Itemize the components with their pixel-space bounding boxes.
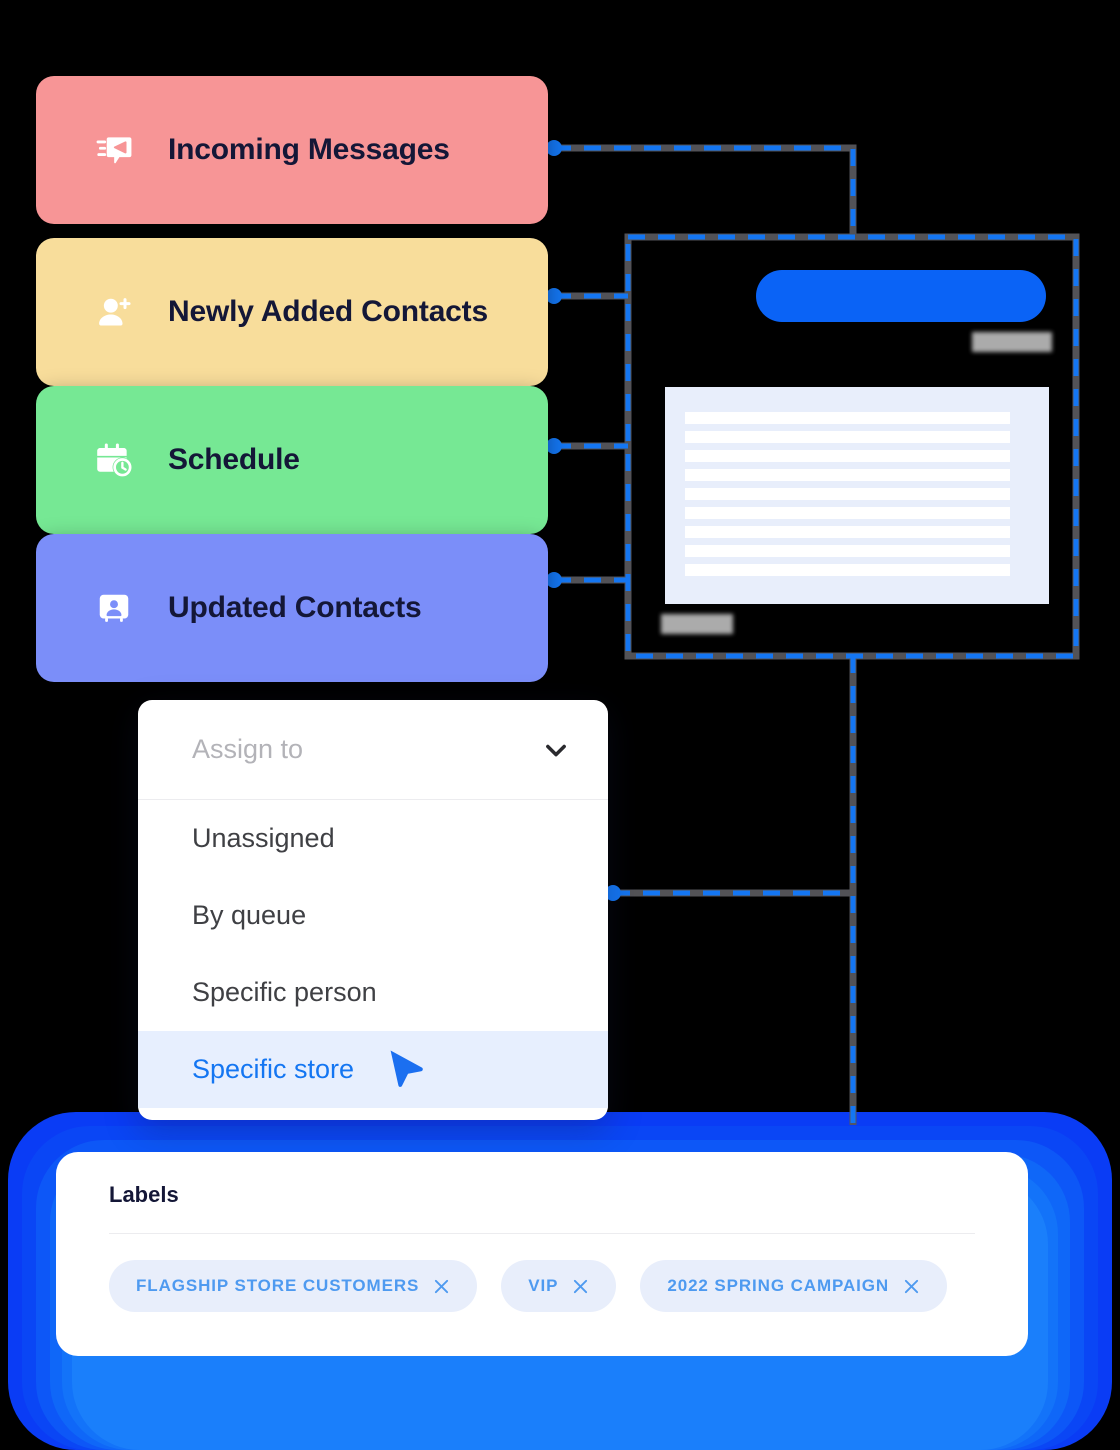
dropdown-option-specific-person[interactable]: Specific person bbox=[138, 954, 608, 1031]
trigger-card-label: Incoming Messages bbox=[168, 133, 450, 166]
preview-blurred-text-bottom bbox=[661, 614, 733, 634]
dropdown-option-by-queue[interactable]: By queue bbox=[138, 877, 608, 954]
close-icon[interactable] bbox=[433, 1278, 450, 1295]
close-icon[interactable] bbox=[903, 1278, 920, 1295]
label-chip[interactable]: 2022 SPRING CAMPAIGN bbox=[640, 1260, 948, 1312]
skeleton-row bbox=[685, 488, 1010, 500]
dropdown-option-label: By queue bbox=[192, 900, 307, 930]
dropdown-option-label: Specific store bbox=[192, 1054, 355, 1084]
label-chip[interactable]: VIP bbox=[501, 1260, 617, 1312]
skeleton-row bbox=[685, 507, 1010, 519]
chevron-down-icon[interactable] bbox=[542, 736, 570, 764]
trigger-card-label: Schedule bbox=[168, 443, 300, 476]
contact-card-icon bbox=[86, 580, 142, 636]
connector-node-updated bbox=[546, 572, 562, 588]
skeleton-row bbox=[685, 526, 1010, 538]
close-icon[interactable] bbox=[572, 1278, 589, 1295]
user-plus-icon bbox=[86, 284, 142, 340]
labels-divider bbox=[109, 1233, 975, 1234]
trigger-card-label: Updated Contacts bbox=[168, 591, 422, 624]
diagram-canvas: Incoming Messages Newly Added Contacts S… bbox=[0, 0, 1120, 1450]
message-send-icon bbox=[86, 122, 142, 178]
label-chip[interactable]: FLAGSHIP STORE CUSTOMERS bbox=[109, 1260, 478, 1312]
label-chip-text: VIP bbox=[528, 1276, 559, 1295]
trigger-card-newly-added-contacts[interactable]: Newly Added Contacts bbox=[36, 238, 548, 386]
connector-node-incoming bbox=[546, 140, 562, 156]
assign-to-dropdown[interactable]: Assign to Unassigned By queue Specific p… bbox=[138, 700, 608, 1120]
skeleton-row bbox=[685, 564, 1010, 576]
trigger-card-label: Newly Added Contacts bbox=[168, 295, 488, 328]
dropdown-option-unassigned[interactable]: Unassigned bbox=[138, 800, 608, 877]
preview-primary-button[interactable] bbox=[756, 270, 1046, 322]
preview-blurred-text-top bbox=[972, 332, 1052, 352]
trigger-card-incoming-messages[interactable]: Incoming Messages bbox=[36, 76, 548, 224]
calendar-clock-icon bbox=[86, 432, 142, 488]
trigger-card-schedule[interactable]: Schedule bbox=[36, 386, 548, 534]
skeleton-row bbox=[685, 545, 1010, 557]
connector-node-schedule bbox=[546, 438, 562, 454]
label-chip-list: FLAGSHIP STORE CUSTOMERS VIP 2022 SPRING… bbox=[109, 1260, 948, 1312]
label-chip-text: FLAGSHIP STORE CUSTOMERS bbox=[136, 1276, 420, 1295]
connector-node-newly bbox=[546, 288, 562, 304]
preview-skeleton-box bbox=[665, 387, 1049, 604]
skeleton-row bbox=[685, 431, 1010, 443]
skeleton-row bbox=[685, 469, 1010, 481]
dropdown-option-specific-store[interactable]: Specific store bbox=[138, 1031, 608, 1108]
label-chip-text: 2022 SPRING CAMPAIGN bbox=[667, 1276, 890, 1295]
skeleton-row bbox=[685, 450, 1010, 462]
labels-panel: Labels FLAGSHIP STORE CUSTOMERS VIP 2022… bbox=[56, 1152, 1028, 1356]
trigger-card-updated-contacts[interactable]: Updated Contacts bbox=[36, 534, 548, 682]
dropdown-option-label: Specific person bbox=[192, 977, 377, 1007]
labels-title: Labels bbox=[109, 1182, 179, 1207]
assign-to-placeholder: Assign to bbox=[192, 734, 304, 764]
skeleton-row bbox=[685, 412, 1010, 424]
dropdown-option-label: Unassigned bbox=[192, 823, 335, 853]
assign-to-field[interactable]: Assign to bbox=[138, 700, 608, 800]
